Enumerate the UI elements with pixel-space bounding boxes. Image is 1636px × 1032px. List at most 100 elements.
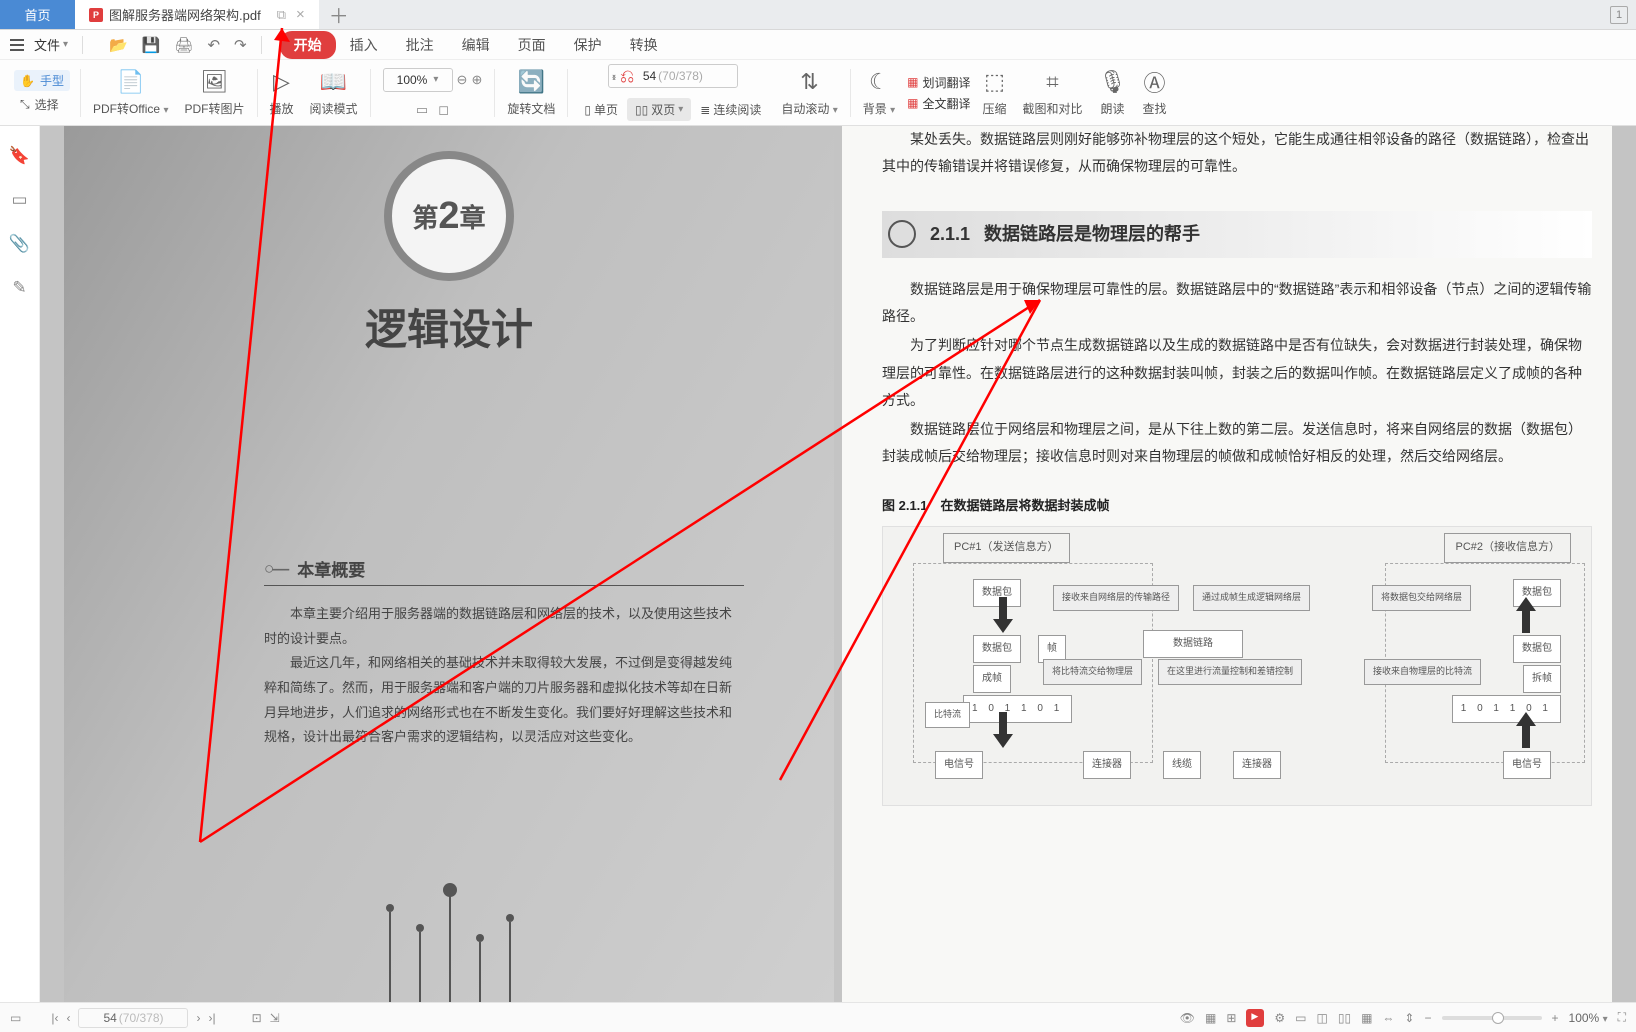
fig-bits1: 1 0 1 1 0 1 xyxy=(963,695,1072,723)
fig-mkframe: 成帧 xyxy=(973,665,1011,693)
fit-page-icon[interactable]: ◻ xyxy=(438,102,449,118)
menu-edit[interactable]: 编辑 xyxy=(448,31,504,59)
fig-pkt4: 数据包 xyxy=(1513,635,1561,663)
read-mode[interactable]: 📖阅读模式 xyxy=(302,68,366,117)
fig-pc2: PC#2（接收信息方） xyxy=(1444,533,1571,562)
thumbnails-icon[interactable]: ▭ xyxy=(11,190,27,210)
overview-p1: 本章主要介绍用于服务器端的数据链路层和网络层的技术，以及使用这些技术时的设计要点… xyxy=(264,602,744,651)
view-single[interactable]: ▯ 单页 xyxy=(576,98,626,121)
fit-icon-2[interactable]: ⇲ xyxy=(270,1011,280,1025)
bookmark-panel-icon[interactable]: 🔖 xyxy=(9,146,30,166)
full-translate[interactable]: ▦全文翻译 xyxy=(907,95,970,112)
menu-page[interactable]: 页面 xyxy=(504,31,560,59)
menu-convert[interactable]: 转换 xyxy=(616,31,672,59)
fit-icon-1[interactable]: ⊡ xyxy=(252,1011,262,1025)
layout-3-icon[interactable]: ▯▯ xyxy=(1338,1011,1351,1025)
hand-tool[interactable]: ✋ 手型 xyxy=(14,70,70,91)
last-page-icon[interactable]: ›| xyxy=(208,1011,215,1025)
open-icon[interactable]: 📂 xyxy=(109,36,128,54)
fig-pc1: PC#1（发送信息方） xyxy=(943,533,1070,562)
tab-new[interactable]: ＋ xyxy=(319,0,359,29)
pdf-to-office[interactable]: 📄PDF转Office ▾ xyxy=(85,68,177,117)
app-icon[interactable]: ▦ xyxy=(1205,1011,1216,1025)
fig-t3: 将数据包交给网络层 xyxy=(1372,585,1471,611)
undo-icon[interactable]: ↶ xyxy=(207,36,220,54)
decoration xyxy=(349,892,549,1002)
eye-icon[interactable]: 👁 xyxy=(1180,1011,1195,1025)
quick-access: 📂 💾 🖨 ↶ ↷ xyxy=(109,36,247,54)
page-left: 第2章 逻辑设计 本章概要 本章主要介绍用于服务器端的数据链路层和网络层的技术，… xyxy=(64,126,834,1002)
attachments-icon[interactable]: 📎 xyxy=(9,234,30,254)
layout-1-icon[interactable]: ▭ xyxy=(1295,1011,1306,1025)
zoom-out-icon[interactable]: ⊖ xyxy=(457,72,468,88)
tab-close-icon[interactable]: × xyxy=(296,6,305,23)
document-canvas[interactable]: 第2章 逻辑设计 本章概要 本章主要介绍用于服务器端的数据链路层和网络层的技术，… xyxy=(40,126,1636,1002)
para-2: 为了判断应针对哪个节点生成数据链路以及生成的数据链路中是否有位缺失，会对数据进行… xyxy=(882,332,1592,414)
settings-icon[interactable]: ⚙ xyxy=(1274,1011,1285,1025)
select-tool[interactable]: ⤡ 选择 xyxy=(14,94,70,115)
cloud-icon[interactable]: ⊞ xyxy=(1226,1011,1236,1025)
zoom-slider[interactable] xyxy=(1442,1016,1542,1020)
menu-annotate[interactable]: 批注 xyxy=(392,31,448,59)
pdf-to-image[interactable]: 🖼PDF转图片 xyxy=(176,68,252,117)
compress[interactable]: ⬚压缩 xyxy=(974,68,1014,117)
fig-deframe: 拆帧 xyxy=(1523,665,1561,693)
figure-2-1-1: PC#1（发送信息方） PC#2（接收信息方） 数据包 数据包 接收来自网络层的… xyxy=(882,526,1592,806)
save-icon[interactable]: 💾 xyxy=(142,36,161,54)
menu-tabs: 开始 插入 批注 编辑 页面 保护 转换 xyxy=(280,31,672,59)
zoom-in-icon[interactable]: ⊕ xyxy=(471,72,482,88)
intro-text: 某处丢失。数据链路层则刚好能够弥补物理层的这个短处，它能生成通往相邻设备的路径（… xyxy=(882,126,1592,181)
fig-t6: 接收来自物理层的比特流 xyxy=(1364,659,1481,685)
menu-start[interactable]: 开始 xyxy=(280,31,336,59)
file-menu[interactable]: 文件▾ xyxy=(34,35,68,54)
background[interactable]: ☾背景 ▾ xyxy=(855,68,903,117)
fit-width-icon[interactable]: ⇔ xyxy=(1382,1011,1394,1025)
zoom-in-status-icon[interactable]: + xyxy=(1552,1011,1559,1025)
hamburger-icon[interactable] xyxy=(10,39,24,51)
tab-active[interactable]: P 图解服务器端网络架构.pdf ⧉ × xyxy=(75,0,319,29)
screenshot[interactable]: ⌗截图和对比 xyxy=(1014,68,1090,117)
first-page-icon[interactable]: |‹ xyxy=(51,1011,58,1025)
read-aloud[interactable]: 🎙朗读 xyxy=(1091,68,1135,117)
rotate-button[interactable]: 🔄旋转文档 xyxy=(499,68,563,117)
fig-t5: 在这里进行流量控制和差错控制 xyxy=(1158,659,1302,685)
menu-insert[interactable]: 插入 xyxy=(336,31,392,59)
sidebar-toggle-icon[interactable]: ▭ xyxy=(10,1011,21,1025)
next-page-icon[interactable]: › xyxy=(196,1011,200,1025)
translate-group: ▦划词翻译 ▦全文翻译 xyxy=(903,74,974,112)
find[interactable]: Ⓐ查找 xyxy=(1134,68,1174,117)
prev-page-icon[interactable]: ‹ xyxy=(66,1011,70,1025)
print-icon[interactable]: 🖨 xyxy=(174,36,193,54)
fig-bitstream1: 比特流 xyxy=(925,702,970,728)
layout-4-icon[interactable]: ▦ xyxy=(1361,1011,1372,1025)
dict-translate[interactable]: ▦划词翻译 xyxy=(907,74,970,91)
layout-2-icon[interactable]: ◫ xyxy=(1317,1011,1328,1025)
page-nav: ‹ 54 (70/378) › ⎌ ▯ 单页 ▯▯ 双页▾ ≣ 连续阅读 xyxy=(572,64,773,121)
chapter-overview: 本章概要 本章主要介绍用于服务器端的数据链路层和网络层的技术，以及使用这些技术时… xyxy=(264,556,744,750)
fig-conn2: 连接器 xyxy=(1233,751,1281,779)
chapter-badge: 第2章 xyxy=(384,151,514,281)
menu-protect[interactable]: 保护 xyxy=(560,31,616,59)
fig-pkt3: 数据包 xyxy=(973,635,1021,663)
page-right: 某处丢失。数据链路层则刚好能够弥补物理层的这个短处，它能生成通往相邻设备的路径（… xyxy=(842,126,1612,1002)
tab-dup-icon[interactable]: ⧉ xyxy=(277,7,286,23)
menu-bar: 文件▾ 📂 💾 🖨 ↶ ↷ 开始 插入 批注 编辑 页面 保护 转换 xyxy=(0,30,1636,60)
page-input[interactable]: 54 (70/378) xyxy=(608,64,738,88)
view-continuous[interactable]: ≣ 连续阅读 xyxy=(692,98,769,121)
fig-wire: 线缆 xyxy=(1163,751,1201,779)
play-button[interactable]: ▷播放 xyxy=(262,68,302,117)
record-icon[interactable] xyxy=(1246,1009,1264,1027)
autoscroll[interactable]: ⇅自动滚动 ▾ xyxy=(773,68,845,117)
stamp-icon[interactable]: ✎ xyxy=(12,278,26,298)
tab-count[interactable]: 1 xyxy=(1610,6,1628,24)
zoom-value[interactable]: 100% ▾ xyxy=(383,68,453,92)
zoom-out-status-icon[interactable]: − xyxy=(1424,1011,1431,1025)
fullscreen-icon[interactable]: ⛶ xyxy=(1618,1010,1626,1025)
tab-home[interactable]: 首页 xyxy=(0,0,75,29)
fit-height-icon[interactable]: ⇕ xyxy=(1404,1011,1414,1025)
fit-width-icon[interactable]: ▭ xyxy=(416,102,428,118)
zoom-percent[interactable]: 100% ▾ xyxy=(1569,1011,1608,1025)
status-page-input[interactable]: 54 (70/378) xyxy=(78,1008,188,1028)
view-double[interactable]: ▯▯ 双页▾ xyxy=(627,98,691,121)
redo-icon[interactable]: ↷ xyxy=(234,36,247,54)
